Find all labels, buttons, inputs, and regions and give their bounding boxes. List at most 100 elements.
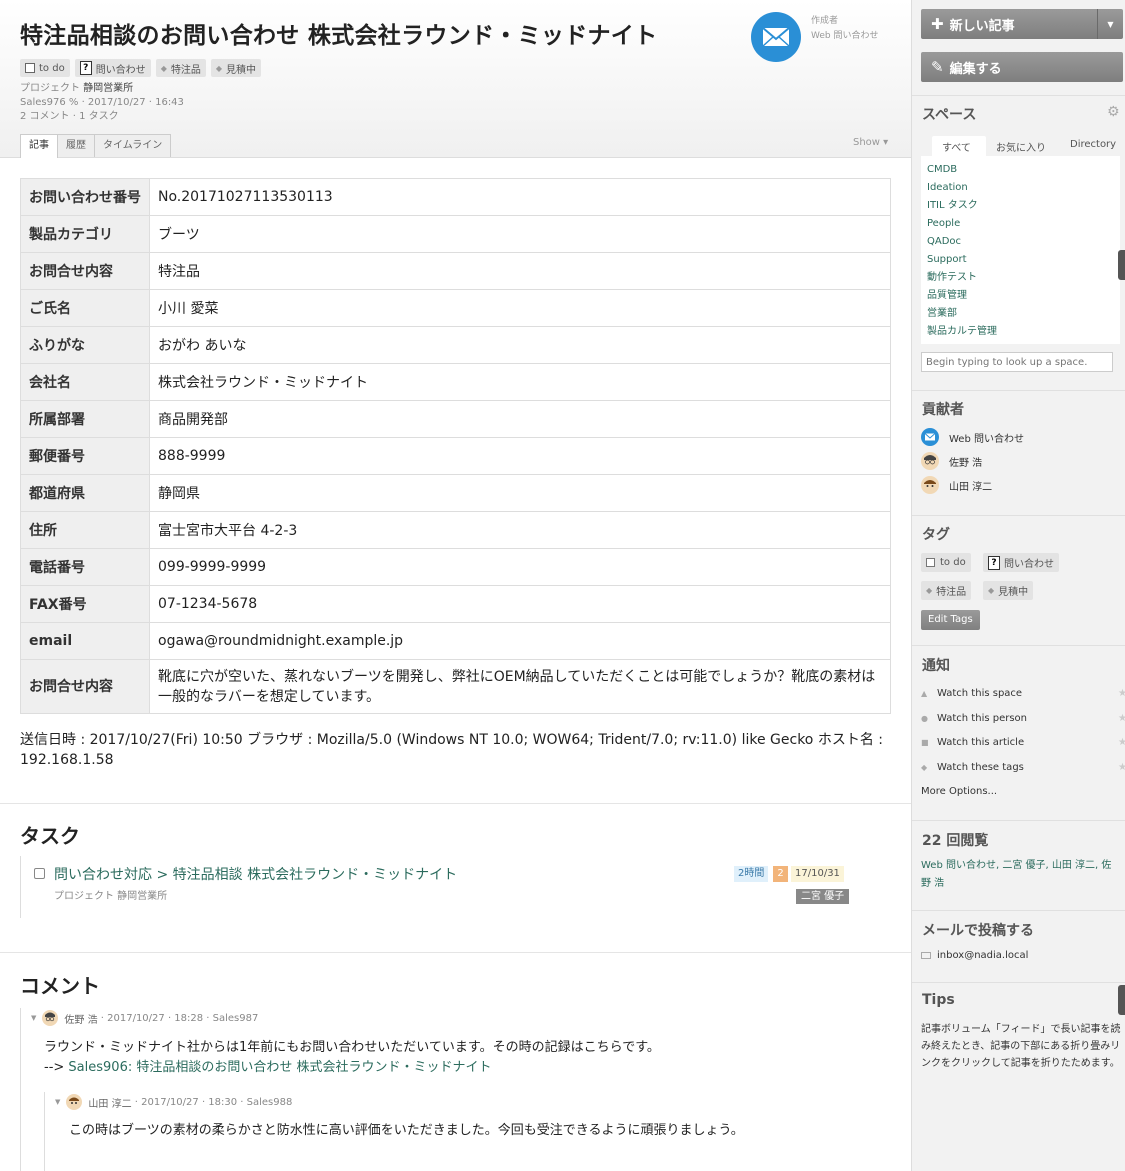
tab-timeline[interactable]: タイムライン: [94, 134, 172, 157]
contributor[interactable]: Web 問い合わせ: [921, 428, 1024, 446]
space-item[interactable]: QADoc: [927, 235, 1120, 253]
tag-icon: ◆: [160, 63, 167, 73]
contributors-heading: 貢献者: [922, 402, 964, 418]
expand-handle[interactable]: [1118, 250, 1125, 280]
comment-header: ▼ 佐野 浩 · 2017/10/27 · 18:28 · Sales987: [31, 1010, 258, 1026]
space-item[interactable]: People: [927, 217, 1120, 235]
space-tab-favorites[interactable]: お気に入り: [996, 139, 1046, 154]
table-row: お問合せ内容 靴底に穴が空いた、蒸れないブーツを開発し、弊社にOEM納品していただ…: [20, 659, 891, 714]
comment-body: ラウンド・ミッドナイト社からは1年前にもお問い合わせいただいています。その時の記…: [44, 1040, 660, 1075]
contributor[interactable]: 佐野 浩: [921, 452, 982, 470]
tag-icon: ◆: [921, 763, 928, 772]
sidebar-tag-quote[interactable]: ◆ 見積中: [983, 581, 1034, 600]
space-tab-all[interactable]: すべて: [942, 139, 971, 154]
tips-heading: Tips: [922, 992, 955, 1008]
tab-history[interactable]: 履歴: [57, 134, 95, 157]
tag-inquiry[interactable]: ? 問い合わせ: [74, 59, 151, 77]
watch-article[interactable]: ■ Watch this article ★: [921, 737, 1125, 748]
edit-tags-button[interactable]: Edit Tags: [921, 610, 980, 630]
sidebar-tag-todo[interactable]: to do: [921, 553, 971, 572]
avatar: [66, 1094, 83, 1110]
space-item[interactable]: CMDB: [927, 163, 1120, 181]
author-label: 作成者 Web 問い合わせ: [811, 14, 878, 44]
field-value: 特注品: [149, 252, 891, 290]
field-value: 099-9999-9999: [149, 548, 891, 586]
viewers-list[interactable]: Web 問い合わせ, 二宮 優子, 山田 淳二, 佐野 浩: [921, 857, 1121, 893]
mail-heading: メールで投稿する: [922, 923, 1034, 939]
divider: [912, 95, 1125, 96]
task-assignee-badge[interactable]: 二宮 優子: [796, 889, 850, 904]
checkbox-icon[interactable]: [926, 558, 935, 567]
star-icon[interactable]: ★: [1118, 688, 1125, 699]
comment-author[interactable]: 山田 淳二: [88, 1095, 131, 1110]
project-link[interactable]: 静岡営業所: [83, 83, 133, 94]
space-item[interactable]: 製品カルテ管理: [927, 325, 1120, 343]
new-article-button[interactable]: ✚ 新しい記事 ▼: [921, 9, 1123, 39]
article-meta: プロジェクト 静岡営業所 Sales976 % · 2017/10/27 · 1…: [20, 83, 184, 122]
author-name[interactable]: Web 問い合わせ: [811, 29, 878, 44]
mail-address[interactable]: inbox@nadia.local: [921, 950, 1028, 961]
field-label: email: [20, 622, 150, 660]
field-value: 富士宮市大平台 4-2-3: [149, 511, 891, 549]
field-label: 会社名: [20, 363, 150, 401]
gear-icon[interactable]: ⚙: [1107, 104, 1120, 120]
task-checkbox[interactable]: [34, 868, 45, 879]
field-value: 888-9999: [149, 437, 891, 475]
field-label: お問合せ内容: [20, 252, 150, 290]
tag-quote[interactable]: ◆ 見積中: [210, 59, 261, 77]
table-row: 郵便番号 888-9999: [20, 437, 891, 475]
table-row: email ogawa@roundmidnight.example.jp: [20, 622, 891, 660]
collapse-icon[interactable]: ▼: [55, 1098, 60, 1106]
spaces-heading: スペース: [922, 107, 977, 123]
more-options-link[interactable]: More Options...: [921, 786, 997, 797]
show-dropdown[interactable]: Show ▾: [853, 137, 888, 148]
table-row: 製品カテゴリ ブーツ: [20, 215, 891, 253]
envelope-icon[interactable]: [751, 12, 801, 62]
watch-space[interactable]: ▲ Watch this space ★: [921, 688, 1125, 699]
tag-custom[interactable]: ◆ 特注品: [155, 59, 206, 77]
space-lookup-input[interactable]: [921, 352, 1113, 372]
sidebar-tag-custom[interactable]: ◆ 特注品: [921, 581, 972, 600]
contributor[interactable]: 山田 淳二: [921, 476, 992, 494]
field-label: FAX番号: [20, 585, 150, 623]
field-label: 住所: [20, 511, 150, 549]
tasks-heading: タスク: [20, 824, 80, 848]
sidebar-tag-inquiry[interactable]: ? 問い合わせ: [983, 553, 1059, 572]
checkbox-icon[interactable]: [25, 63, 35, 73]
tag-icon: ◆: [926, 586, 933, 595]
table-row: お問合せ内容 特注品: [20, 252, 891, 290]
tag-todo[interactable]: to do: [20, 59, 70, 77]
expand-handle[interactable]: [1118, 985, 1125, 1015]
field-value: 静岡県: [149, 474, 891, 512]
avatar: [42, 1010, 59, 1026]
meta-line: Sales976 % · 2017/10/27 · 16:43: [20, 97, 184, 108]
star-icon[interactable]: ★: [1118, 713, 1125, 724]
inquiry-table: お問い合わせ番号 No.20171027113530113 製品カテゴリ ブーツ お問合…: [20, 178, 891, 714]
article-link[interactable]: Sales906: 特注品相談のお問い合わせ 株式会社ラウンド・ミッドナイト: [68, 1060, 491, 1075]
space-item[interactable]: 品質管理: [927, 289, 1120, 307]
watch-tags[interactable]: ◆ Watch these tags ★: [921, 762, 1125, 773]
article-tabs: 記事 履歴 タイムライン: [20, 134, 172, 158]
space-item[interactable]: 動作テスト: [927, 271, 1120, 289]
task-estimate-badge: 2時間: [734, 866, 769, 882]
space-item[interactable]: Ideation: [927, 181, 1120, 199]
space-item[interactable]: 営業部: [927, 307, 1120, 325]
divider: [912, 982, 1125, 983]
task-title-link[interactable]: 問い合わせ対応 > 特注品相談 株式会社ラウンド・ミッドナイト: [54, 864, 457, 884]
space-tab-directory[interactable]: Directory: [1070, 139, 1116, 150]
tags-heading: タグ: [922, 527, 950, 543]
collapse-icon[interactable]: ▼: [31, 1014, 36, 1022]
space-item[interactable]: ITIL タスク: [927, 199, 1120, 217]
space-item[interactable]: Support: [927, 253, 1120, 271]
watch-person[interactable]: ● Watch this person ★: [921, 713, 1125, 724]
star-icon[interactable]: ★: [1118, 737, 1125, 748]
chevron-down-icon[interactable]: ▼: [1097, 9, 1123, 39]
edit-button[interactable]: ✎ 編集する: [921, 52, 1123, 82]
tab-article[interactable]: 記事: [20, 134, 58, 158]
comment-author[interactable]: 佐野 浩: [64, 1011, 97, 1026]
field-value: 小川 愛菜: [149, 289, 891, 327]
table-row: 電話番号 099-9999-9999: [20, 548, 891, 586]
main-content: 特注品相談のお問い合わせ 株式会社ラウンド・ミッドナイト to do ? 問い合わ…: [0, 0, 911, 1171]
star-icon[interactable]: ★: [1118, 762, 1125, 773]
tips-text: 記事ボリューム「フィード」で長い記事を読み終えたとき、記事の下部にある折り畳みリ…: [921, 1024, 1121, 1069]
